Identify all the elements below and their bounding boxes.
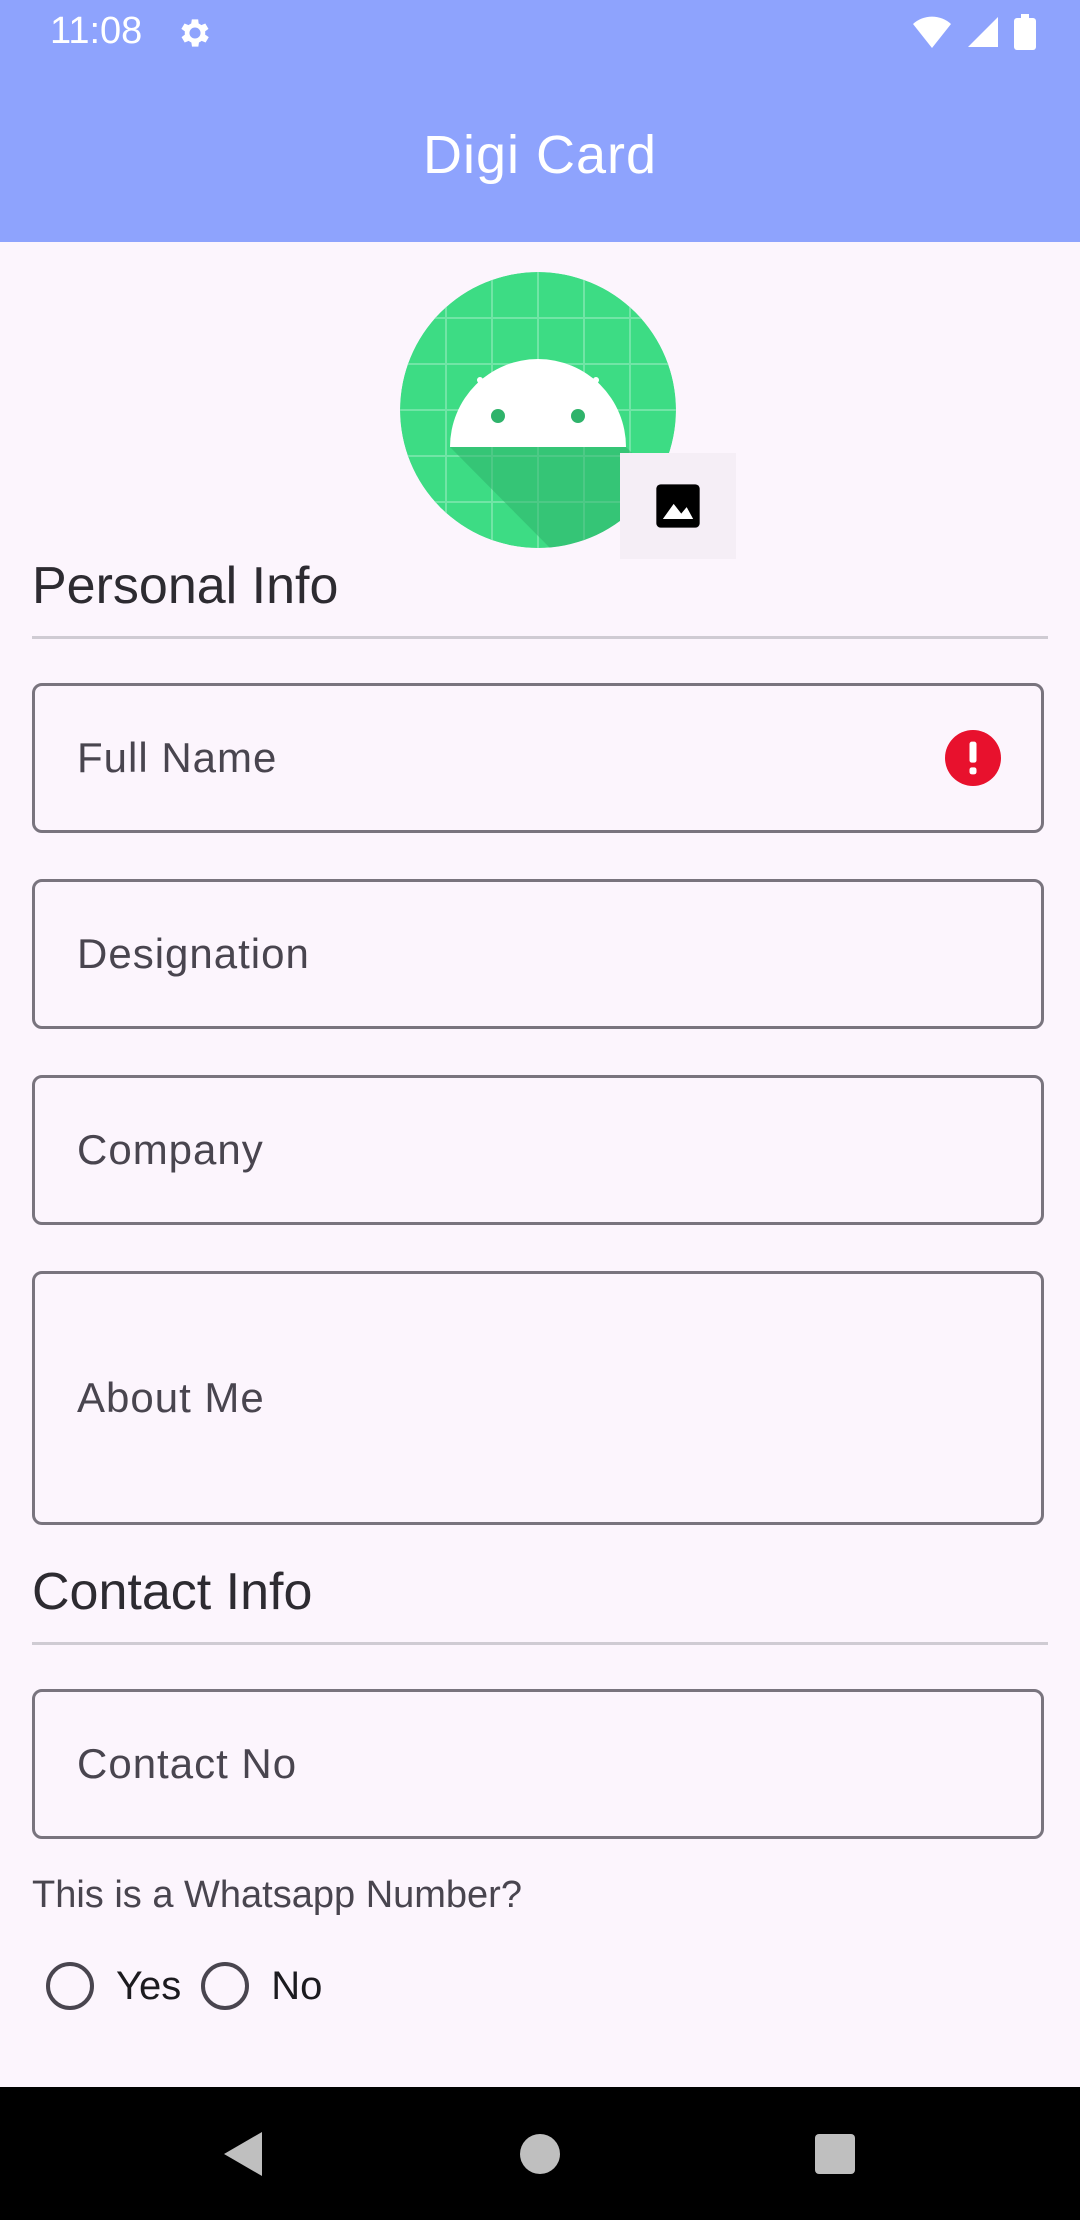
status-icons	[912, 14, 1036, 50]
status-time: 11:08	[50, 10, 143, 52]
contact-info-title: Contact Info	[32, 1563, 313, 1621]
whatsapp-question: This is a Whatsapp Number?	[32, 1874, 522, 1916]
whatsapp-radio-group: Yes No	[46, 1962, 342, 2010]
designation-label: Designation	[77, 930, 310, 977]
company-field[interactable]: Company	[32, 1075, 1044, 1225]
contact-no-label: Contact No	[77, 1740, 298, 1787]
error-icon	[945, 730, 1001, 786]
about-me-field[interactable]: About Me	[32, 1271, 1044, 1525]
pick-image-button[interactable]	[620, 453, 736, 559]
home-button[interactable]	[480, 2087, 600, 2220]
contact-info-divider	[32, 1642, 1048, 1645]
radio-option-yes[interactable]: Yes	[46, 1962, 181, 2010]
radio-label-no[interactable]: No	[271, 1964, 322, 2009]
company-label: Company	[77, 1126, 264, 1173]
about-me-label: About Me	[77, 1374, 265, 1421]
gear-icon	[181, 19, 209, 47]
radio-option-no[interactable]: No	[201, 1962, 322, 2010]
recents-icon	[815, 2133, 855, 2174]
radio-button-no[interactable]	[201, 1962, 250, 2010]
back-button[interactable]	[184, 2087, 304, 2220]
app-bar: Digi Card	[0, 66, 1080, 242]
personal-info-divider	[32, 636, 1048, 639]
image-icon	[656, 484, 700, 528]
full-name-field[interactable]: Full Name	[32, 683, 1044, 833]
home-icon	[520, 2133, 560, 2174]
radio-label-yes[interactable]: Yes	[116, 1964, 181, 2009]
back-icon	[224, 2131, 262, 2176]
signal-icon	[968, 17, 998, 47]
radio-button-yes[interactable]	[46, 1962, 94, 2010]
full-name-label: Full Name	[77, 734, 278, 781]
battery-icon	[1014, 14, 1036, 50]
personal-info-title: Personal Info	[32, 557, 339, 615]
app-title: Digi Card	[422, 125, 658, 185]
designation-field[interactable]: Designation	[32, 879, 1044, 1029]
wifi-icon	[913, 16, 951, 48]
navigation-bar	[0, 2087, 1080, 2220]
status-bar: 11:08	[0, 0, 1080, 66]
contact-no-field[interactable]: Contact No	[32, 1689, 1044, 1839]
recents-button[interactable]	[775, 2087, 895, 2220]
